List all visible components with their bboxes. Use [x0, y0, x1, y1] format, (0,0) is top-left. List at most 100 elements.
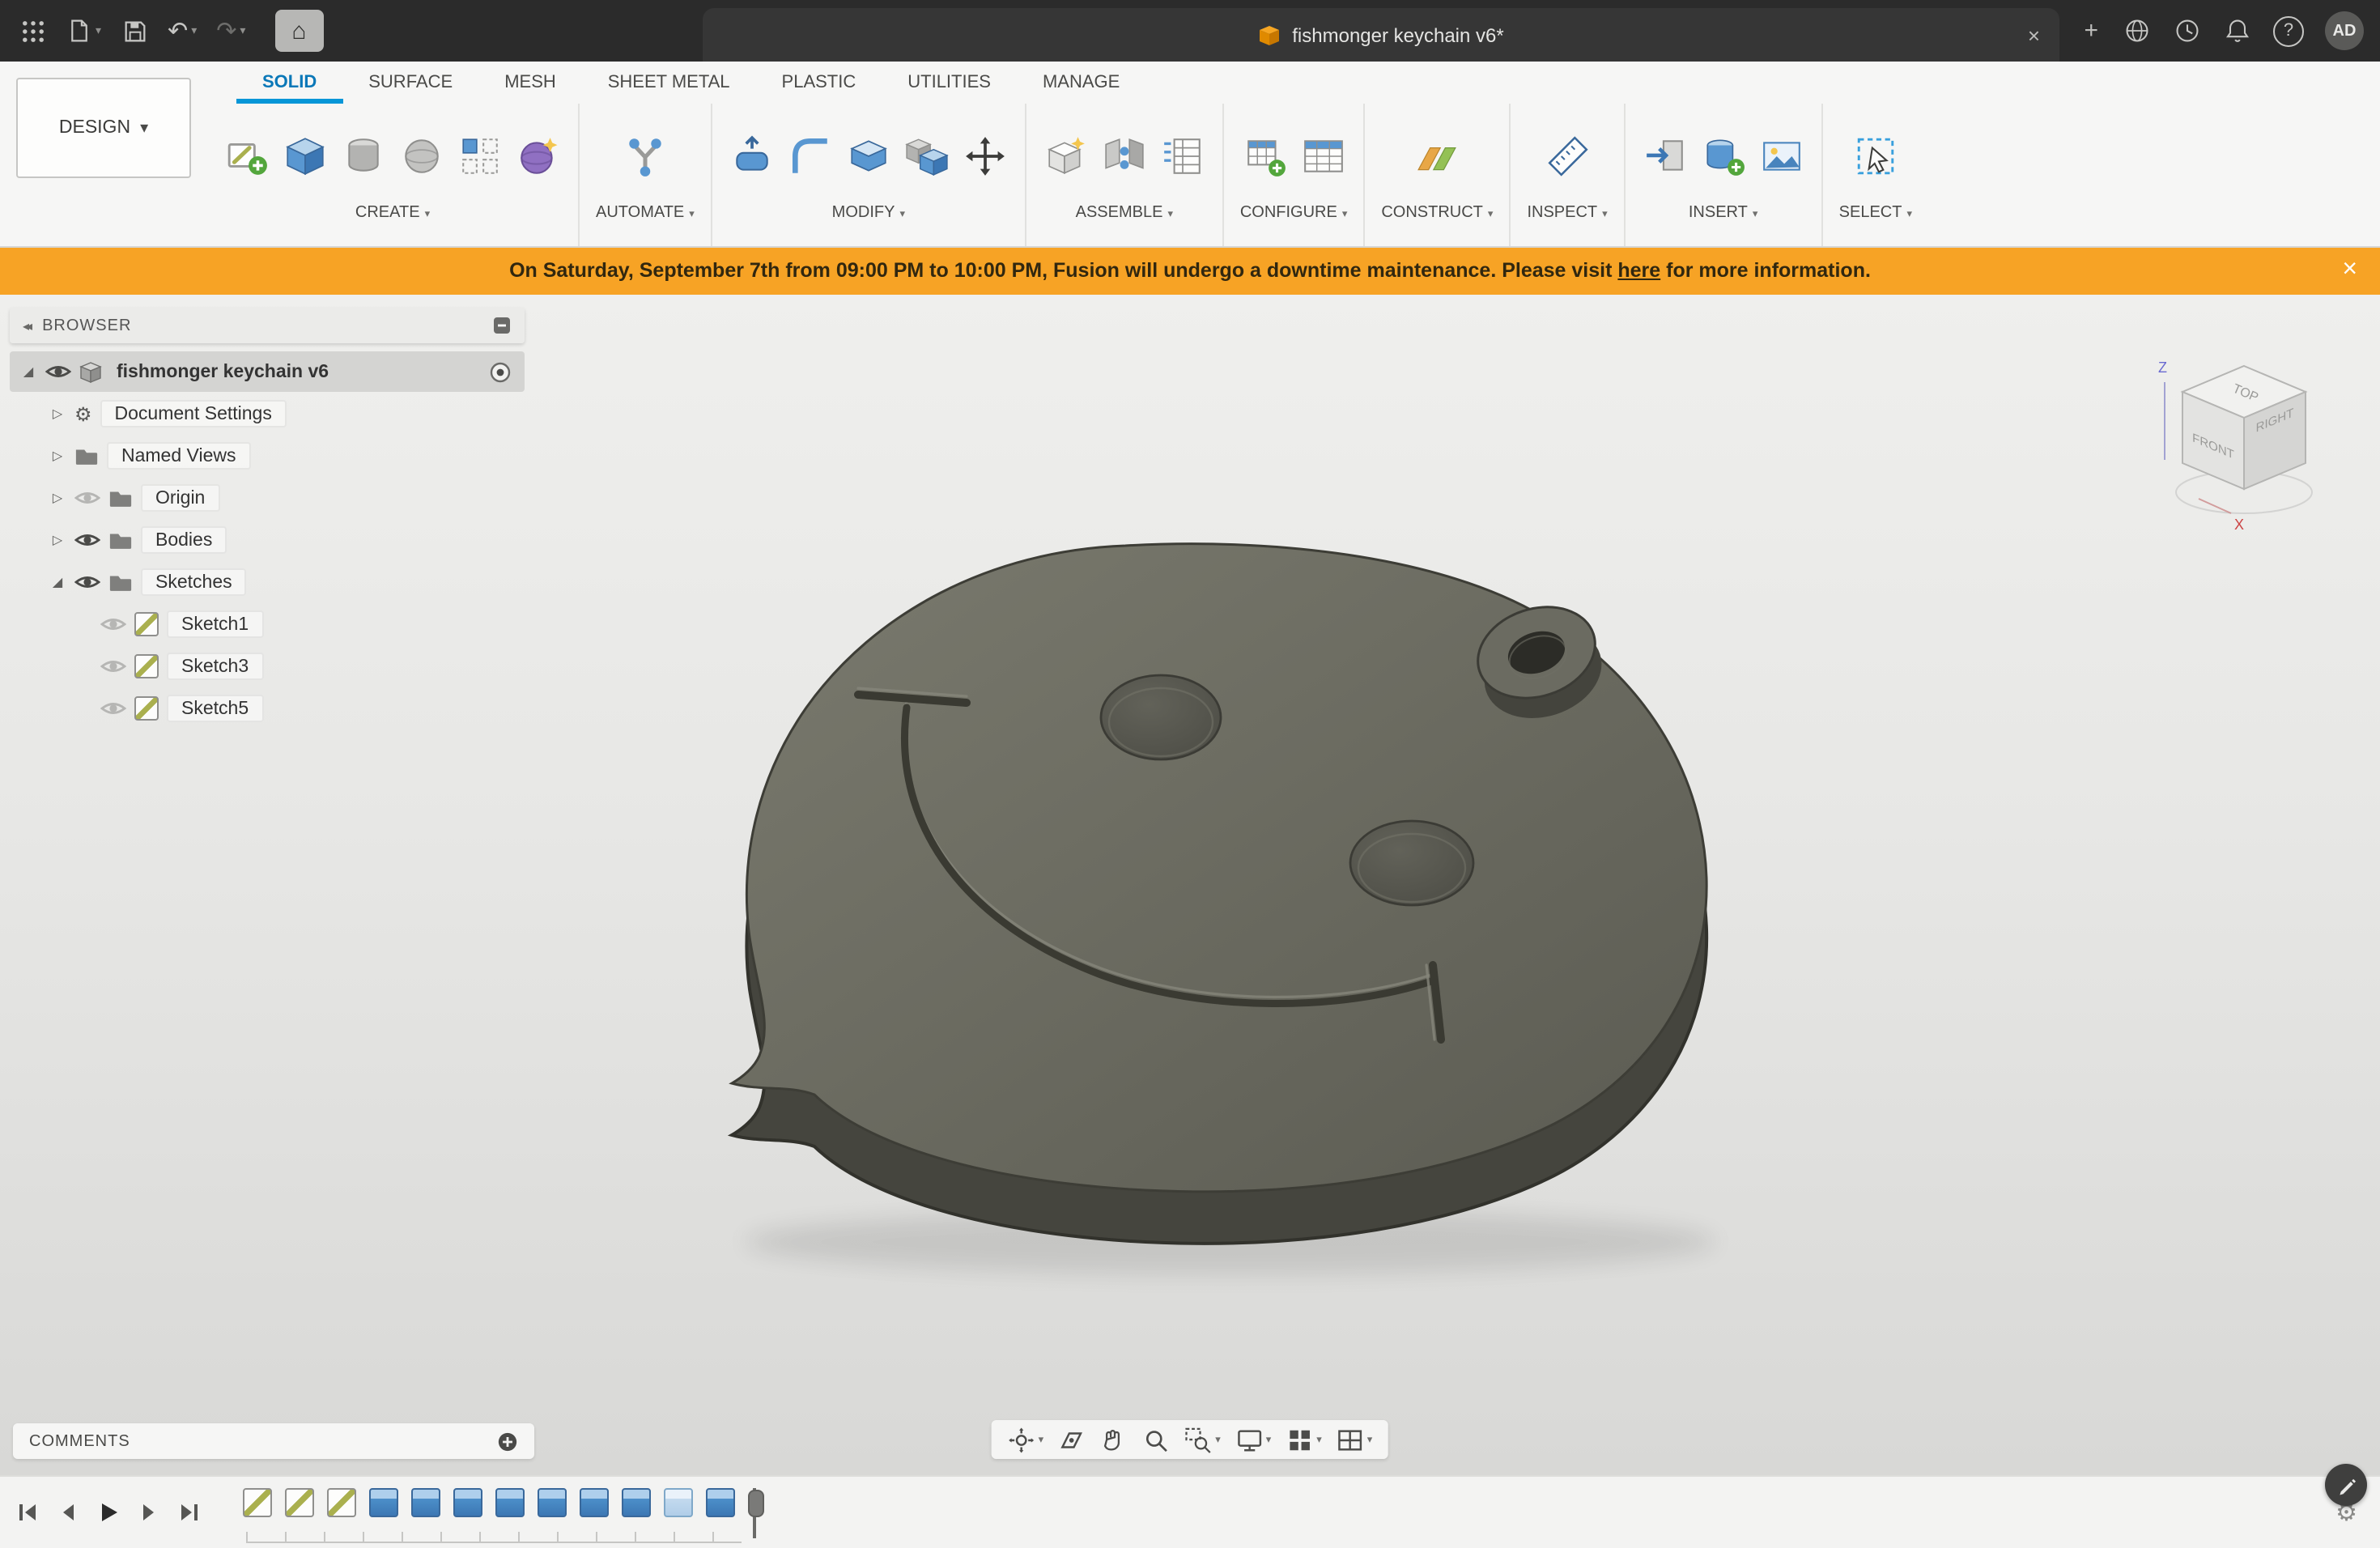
visibility-eye-off-icon[interactable]: [100, 700, 126, 717]
timeline-item-extrude[interactable]: [706, 1488, 735, 1517]
press-pull-icon[interactable]: [729, 132, 776, 179]
timeline-item-extrude[interactable]: [495, 1488, 525, 1517]
create-box-icon[interactable]: [282, 132, 329, 179]
expander-icon[interactable]: ▷: [49, 533, 66, 547]
globe-icon[interactable]: [2123, 16, 2152, 45]
tab-mesh[interactable]: MESH: [478, 62, 582, 104]
help-button[interactable]: ?: [2273, 15, 2304, 46]
assistant-button[interactable]: [2325, 1464, 2367, 1506]
redo-button[interactable]: ↷ ▾: [210, 10, 252, 52]
timeline-item-sketch[interactable]: [285, 1488, 314, 1517]
tab-utilities[interactable]: UTILITIES: [882, 62, 1017, 104]
orbit-tool[interactable]: ▾: [1008, 1426, 1044, 1453]
display-settings-tool[interactable]: ▾: [1235, 1426, 1272, 1453]
activate-component-radio[interactable]: [489, 360, 512, 383]
job-status-clock-icon[interactable]: [2173, 16, 2202, 45]
insert-derive-icon[interactable]: [1700, 132, 1747, 179]
fillet-icon[interactable]: [787, 132, 834, 179]
configure-icon[interactable]: [1241, 132, 1288, 179]
browser-item-origin[interactable]: ▷ Origin: [10, 478, 525, 518]
notifications-bell-icon[interactable]: [2223, 16, 2252, 45]
configuration-table-icon[interactable]: [1299, 132, 1346, 179]
close-document-icon[interactable]: ×: [2028, 23, 2040, 47]
view-cube[interactable]: TOP FRONT RIGHT Z X: [2150, 350, 2341, 534]
expander-icon[interactable]: ▷: [49, 406, 66, 421]
visibility-eye-off-icon[interactable]: [100, 615, 126, 633]
timeline-step-forward-button[interactable]: [138, 1501, 160, 1524]
look-at-tool[interactable]: [1058, 1426, 1086, 1453]
visibility-eye-icon[interactable]: [45, 363, 71, 381]
visibility-eye-icon[interactable]: [74, 573, 100, 591]
expander-icon[interactable]: ◢: [19, 364, 37, 379]
grid-and-snaps-tool[interactable]: ▾: [1286, 1426, 1322, 1453]
timeline-item-sketch[interactable]: [243, 1488, 272, 1517]
assemble-dropdown[interactable]: ASSEMBLE▾: [1076, 204, 1173, 222]
timeline-item-extrude[interactable]: [369, 1488, 398, 1517]
timeline-begin-button[interactable]: [16, 1501, 39, 1524]
bom-table-icon[interactable]: [1159, 132, 1206, 179]
create-cylinder-icon[interactable]: [340, 132, 387, 179]
keychain-eye-hole-left[interactable]: [1101, 675, 1221, 759]
construct-dropdown[interactable]: CONSTRUCT▾: [1381, 204, 1493, 222]
automate-dropdown[interactable]: AUTOMATE▾: [596, 204, 695, 222]
root-label[interactable]: fishmonger keychain v6: [110, 358, 343, 385]
timeline-item-extrude-light[interactable]: [664, 1488, 693, 1517]
visibility-eye-off-icon[interactable]: [74, 489, 100, 507]
viewports-tool[interactable]: ▾: [1337, 1426, 1373, 1453]
timeline-ruler[interactable]: [246, 1532, 742, 1543]
configure-dropdown[interactable]: CONFIGURE▾: [1240, 204, 1348, 222]
tab-sheet-metal[interactable]: SHEET METAL: [582, 62, 756, 104]
banner-link[interactable]: here: [1617, 259, 1660, 282]
home-button[interactable]: ⌂: [274, 10, 323, 52]
browser-item-named-views[interactable]: ▷ Named Views: [10, 436, 525, 476]
shell-icon[interactable]: [845, 132, 892, 179]
create-pattern-icon[interactable]: [457, 132, 504, 179]
insert-dropdown[interactable]: INSERT▾: [1689, 204, 1758, 222]
browser-dock-icon[interactable]: [492, 316, 512, 335]
move-icon[interactable]: [962, 132, 1009, 179]
browser-item-root[interactable]: ◢ fishmonger keychain v6: [10, 351, 525, 392]
viewport-canvas[interactable]: ◂◂ BROWSER ◢ fishmonger keychain v6 ▷ ⚙ …: [0, 295, 2380, 1477]
create-sphere-icon[interactable]: [398, 132, 445, 179]
inspect-dropdown[interactable]: INSPECT▾: [1527, 204, 1607, 222]
select-icon[interactable]: [1852, 132, 1899, 179]
create-dropdown[interactable]: CREATE▾: [355, 204, 430, 222]
undo-button[interactable]: ↶ ▾: [161, 10, 203, 52]
timeline-item-sketch[interactable]: [327, 1488, 356, 1517]
comments-bar[interactable]: COMMENTS: [13, 1423, 534, 1459]
canvas-icon[interactable]: [1758, 132, 1805, 179]
document-tab[interactable]: fishmonger keychain v6* ×: [703, 8, 2059, 62]
joint-icon[interactable]: [1101, 132, 1148, 179]
create-form-icon[interactable]: [515, 132, 562, 179]
timeline-item-extrude[interactable]: [453, 1488, 482, 1517]
collapse-browser-icon[interactable]: ◂◂: [23, 318, 29, 333]
save-button[interactable]: [114, 10, 155, 52]
browser-item-document-settings[interactable]: ▷ ⚙ Document Settings: [10, 393, 525, 434]
visibility-eye-icon[interactable]: [74, 531, 100, 549]
app-grid-menu-button[interactable]: [13, 10, 53, 52]
browser-item-sketch1[interactable]: Sketch1: [10, 604, 525, 644]
banner-close-icon[interactable]: ×: [2342, 256, 2357, 285]
create-sketch-icon[interactable]: [223, 132, 270, 179]
zoom-window-tool[interactable]: ▾: [1184, 1426, 1221, 1453]
select-dropdown[interactable]: SELECT▾: [1839, 204, 1912, 222]
measure-icon[interactable]: [1544, 132, 1591, 179]
pan-tool[interactable]: [1100, 1426, 1128, 1453]
automate-icon[interactable]: [622, 132, 669, 179]
modify-dropdown[interactable]: MODIFY▾: [832, 204, 905, 222]
workspace-selector[interactable]: DESIGN ▾: [16, 78, 191, 178]
timeline-end-button[interactable]: [178, 1501, 201, 1524]
timeline-play-button[interactable]: [97, 1501, 120, 1524]
zoom-tool[interactable]: [1142, 1426, 1170, 1453]
browser-item-bodies[interactable]: ▷ Bodies: [10, 520, 525, 560]
expander-icon[interactable]: ▷: [49, 491, 66, 505]
timeline-step-back-button[interactable]: [57, 1501, 79, 1524]
browser-item-sketch3[interactable]: Sketch3: [10, 646, 525, 687]
timeline-item-extrude[interactable]: [580, 1488, 609, 1517]
browser-item-sketch5[interactable]: Sketch5: [10, 688, 525, 729]
tab-solid[interactable]: SOLID: [236, 62, 342, 104]
tab-plastic[interactable]: PLASTIC: [756, 62, 882, 104]
expander-icon[interactable]: ▷: [49, 449, 66, 463]
browser-item-sketches[interactable]: ◢ Sketches: [10, 562, 525, 602]
keychain-eye-hole-right[interactable]: [1350, 821, 1473, 905]
